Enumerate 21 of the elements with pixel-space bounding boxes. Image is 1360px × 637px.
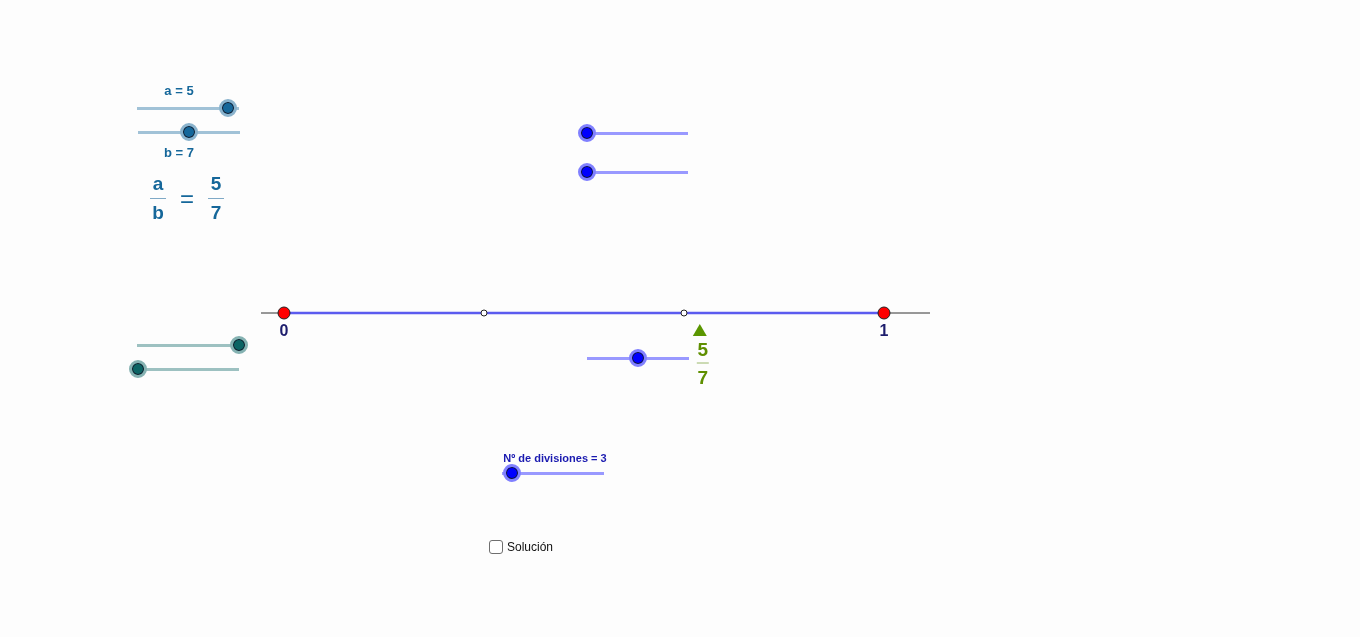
triangle-marker[interactable] — [692, 324, 707, 336]
division-dot — [480, 309, 488, 317]
slider-thumb[interactable] — [578, 124, 596, 142]
slider-thumb[interactable] — [629, 349, 647, 367]
slider-thumb[interactable] — [218, 99, 237, 117]
division-dot — [680, 309, 688, 317]
slider-label: a = 5 — [164, 82, 194, 98]
slider-thumb[interactable] — [578, 163, 596, 181]
fraction-label: 5 7 — [696, 339, 710, 388]
checkbox-label[interactable]: Solución — [507, 540, 554, 554]
slider-thumb[interactable] — [129, 360, 147, 378]
slider-thumb[interactable] — [503, 464, 522, 482]
slider-thumb[interactable] — [180, 123, 198, 141]
slider-thumb[interactable] — [230, 336, 248, 354]
number-label: 0 — [279, 322, 289, 339]
slider-label: b = 7 — [164, 144, 194, 160]
endpoint-dot — [277, 306, 291, 320]
checkbox[interactable] — [489, 540, 503, 554]
slider-label: Nº de divisiones = 3 — [503, 452, 607, 464]
number-label: 1 — [879, 322, 889, 339]
endpoint-dot — [877, 306, 891, 320]
